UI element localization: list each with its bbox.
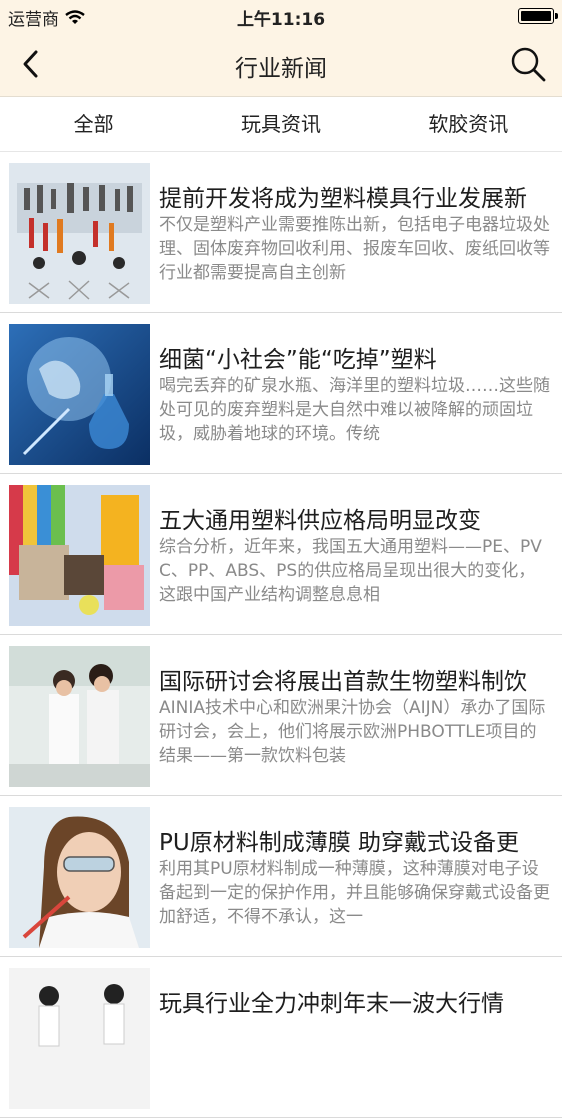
category-tabs: 全部 玩具资讯 软胶资讯 <box>0 97 562 152</box>
news-thumbnail <box>9 485 150 626</box>
news-summary: 喝完丢弃的矿泉水瓶、海洋里的塑料垃圾……这些随处可见的废弃塑料是大自然中难以被降… <box>159 376 550 444</box>
news-title: PU原材料制成薄膜 助穿戴式设备更 <box>159 830 520 856</box>
news-thumbnail <box>9 807 150 948</box>
news-item[interactable]: 国际研讨会将展出首款生物塑料制饮 AINIA技术中心和欧洲果汁协会（AIJN）承… <box>0 635 562 796</box>
news-list: 提前开发将成为塑料模具行业发展新 不仅是塑料产业需要推陈出新，包括电子电器垃圾处… <box>0 152 562 1118</box>
news-item[interactable]: 细菌“小社会”能“吃掉”塑料 喝完丢弃的矿泉水瓶、海洋里的塑料垃圾……这些随处可… <box>0 313 562 474</box>
news-summary: AINIA技术中心和欧洲果汁协会（AIJN）承办了国际研讨会，会上，他们将展示欧… <box>159 698 546 766</box>
battery-icon <box>518 8 558 24</box>
news-summary: 综合分析，近年来，我国五大通用塑料——PE、PVC、PP、ABS、PS的供应格局… <box>159 537 542 605</box>
status-bar: 运营商 上午11:16 <box>0 0 562 32</box>
nav-bar: 行业新闻 <box>0 32 562 97</box>
news-summary: 利用其PU原材料制成一种薄膜，这种薄膜对电子设备起到一定的保护作用，并且能够确保… <box>159 859 550 927</box>
news-summary: 不仅是塑料产业需要推陈出新，包括电子电器垃圾处理、固体废弃物回收利用、报废车回收… <box>159 215 550 283</box>
news-item[interactable]: 玩具行业全力冲刺年末一波大行情 <box>0 957 562 1118</box>
search-icon <box>511 47 546 82</box>
news-thumbnail <box>9 324 150 465</box>
news-summary <box>159 1018 550 1090</box>
news-item[interactable]: 五大通用塑料供应格局明显改变 综合分析，近年来，我国五大通用塑料——PE、PVC… <box>0 474 562 635</box>
news-thumbnail <box>9 163 150 304</box>
status-time: 上午11:16 <box>236 10 326 30</box>
news-title: 国际研讨会将展出首款生物塑料制饮 <box>159 669 527 695</box>
news-title: 提前开发将成为塑料模具行业发展新 <box>159 186 527 212</box>
news-title: 五大通用塑料供应格局明显改变 <box>159 508 481 534</box>
news-title: 细菌“小社会”能“吃掉”塑料 <box>159 347 437 373</box>
news-thumbnail <box>9 646 150 787</box>
news-item[interactable]: PU原材料制成薄膜 助穿戴式设备更 利用其PU原材料制成一种薄膜，这种薄膜对电子… <box>0 796 562 957</box>
tab-all[interactable]: 全部 <box>0 97 187 151</box>
tab-soft-plastic-news[interactable]: 软胶资讯 <box>375 97 562 151</box>
page-title: 行业新闻 <box>235 56 327 82</box>
news-item[interactable]: 提前开发将成为塑料模具行业发展新 不仅是塑料产业需要推陈出新，包括电子电器垃圾处… <box>0 152 562 313</box>
tab-toy-news[interactable]: 玩具资讯 <box>187 97 374 151</box>
news-title: 玩具行业全力冲刺年末一波大行情 <box>159 991 504 1017</box>
search-button[interactable] <box>508 44 548 84</box>
news-thumbnail <box>9 968 150 1109</box>
